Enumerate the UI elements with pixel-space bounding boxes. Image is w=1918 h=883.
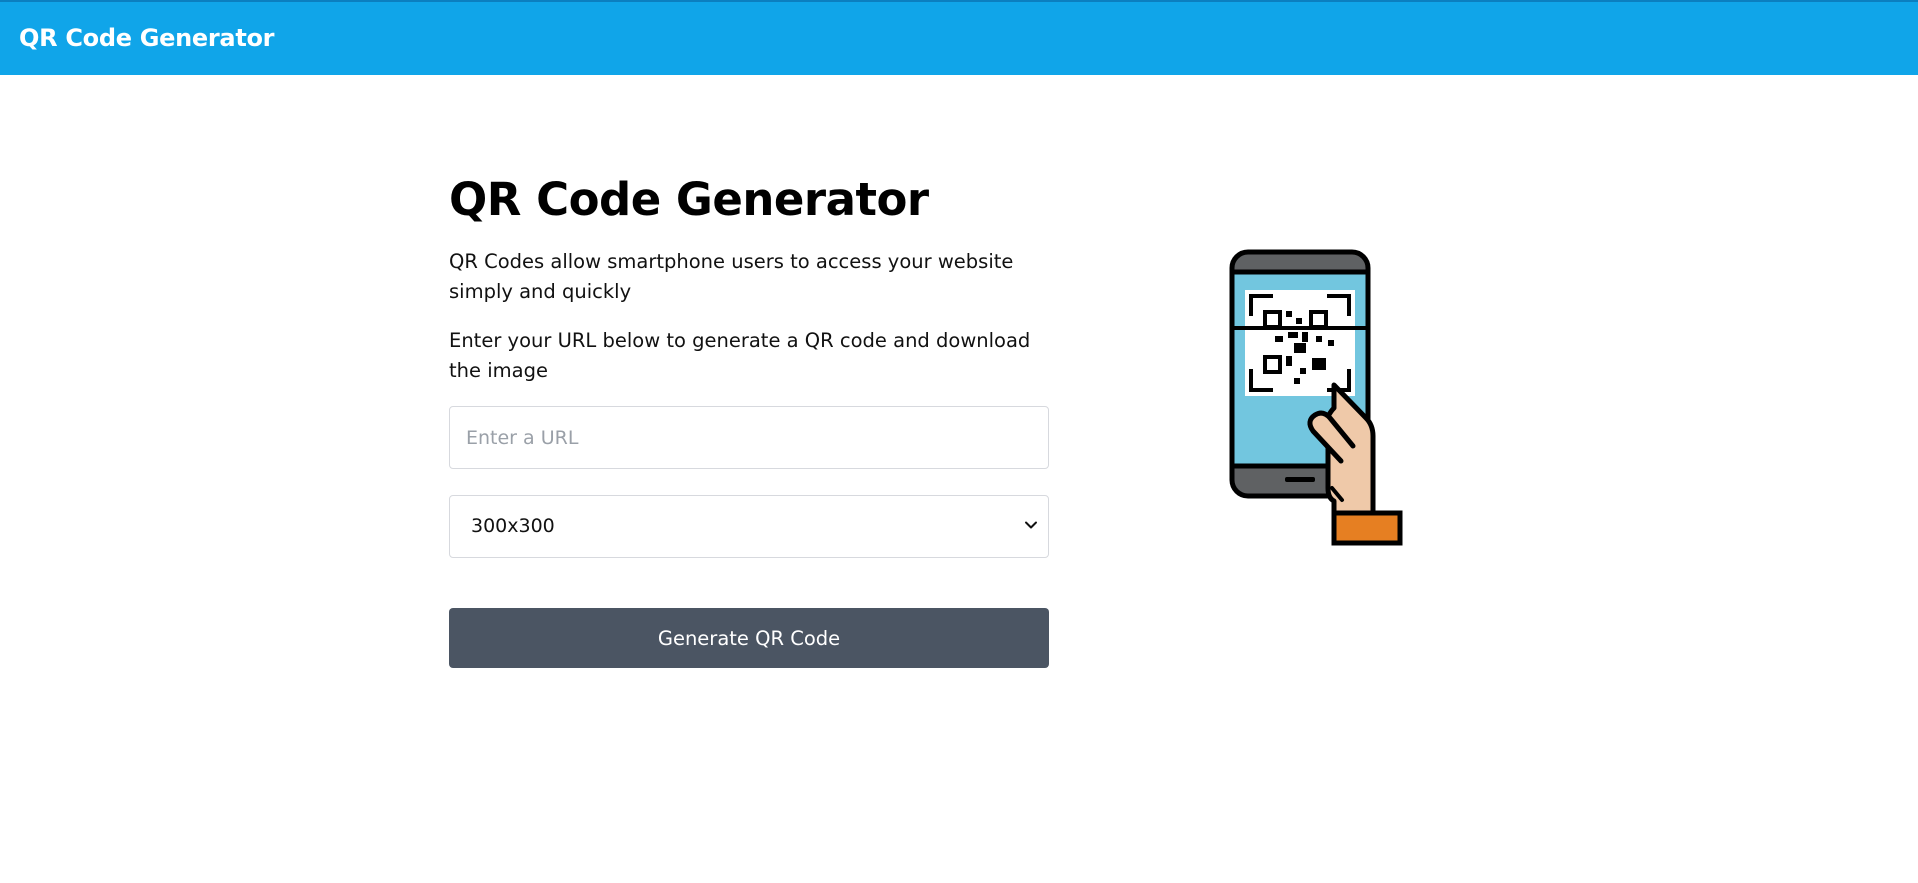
page-instruction: Enter your URL below to generate a QR co… [449, 329, 1031, 382]
generator-form-section: QR Code Generator QR Codes allow smartph… [449, 170, 1049, 668]
top-navbar: QR Code Generator [0, 0, 1918, 75]
chevron-down-icon [1025, 521, 1037, 529]
brand-title[interactable]: QR Code Generator [19, 24, 275, 52]
page-title: QR Code Generator [449, 173, 929, 226]
generate-qr-button[interactable]: Generate QR Code [449, 608, 1049, 668]
page-description: QR Codes allow smartphone users to acces… [449, 250, 1014, 303]
size-select[interactable]: 300x300 [449, 495, 1049, 558]
phone-scanning-qr-icon [1229, 249, 1403, 546]
size-select-value: 300x300 [471, 515, 555, 537]
url-input[interactable] [449, 406, 1049, 469]
